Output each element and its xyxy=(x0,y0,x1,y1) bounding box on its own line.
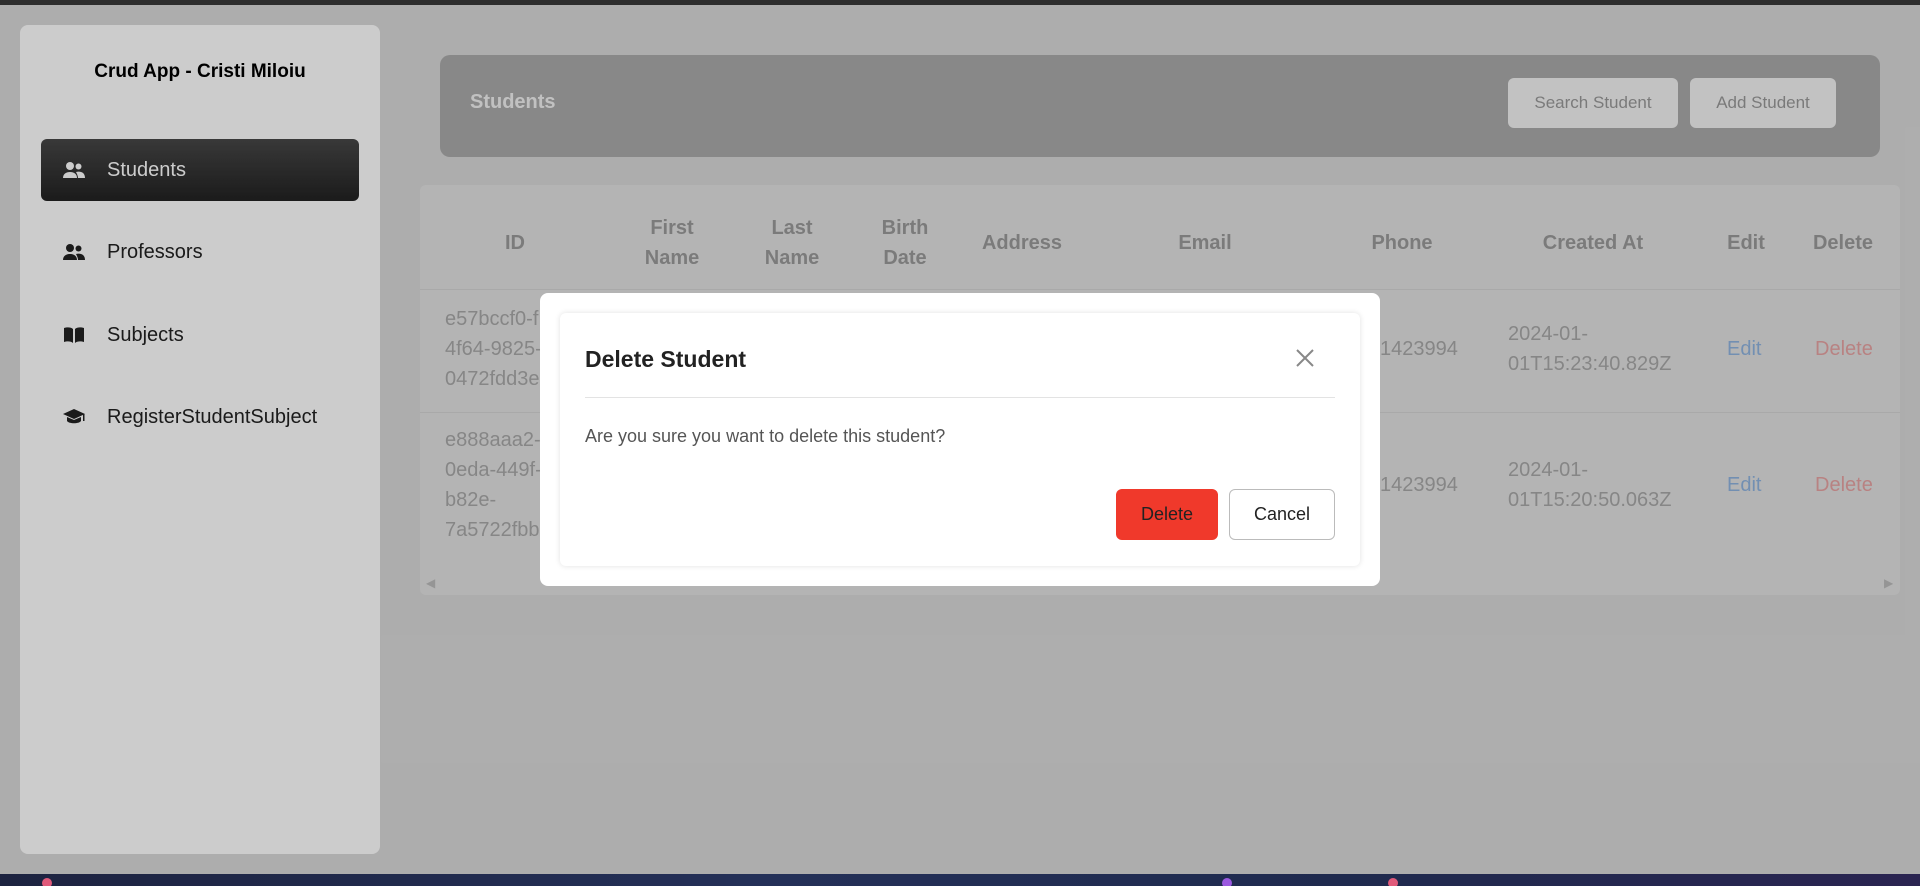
cancel-button[interactable]: Cancel xyxy=(1229,489,1335,540)
taskbar-app-icon[interactable] xyxy=(1222,878,1232,886)
modal-content: Delete Student Are you sure you want to … xyxy=(560,313,1360,566)
modal-title: Delete Student xyxy=(585,346,747,372)
modal-message: Are you sure you want to delete this stu… xyxy=(585,426,946,446)
modal-divider xyxy=(585,397,1335,398)
close-icon[interactable] xyxy=(1290,343,1320,373)
confirm-delete-button[interactable]: Delete xyxy=(1116,489,1218,540)
delete-student-dialog: Delete Student Are you sure you want to … xyxy=(540,293,1380,586)
taskbar-app-icon[interactable] xyxy=(1388,878,1398,886)
taskbar xyxy=(0,874,1920,886)
taskbar-app-icon[interactable] xyxy=(42,878,52,886)
